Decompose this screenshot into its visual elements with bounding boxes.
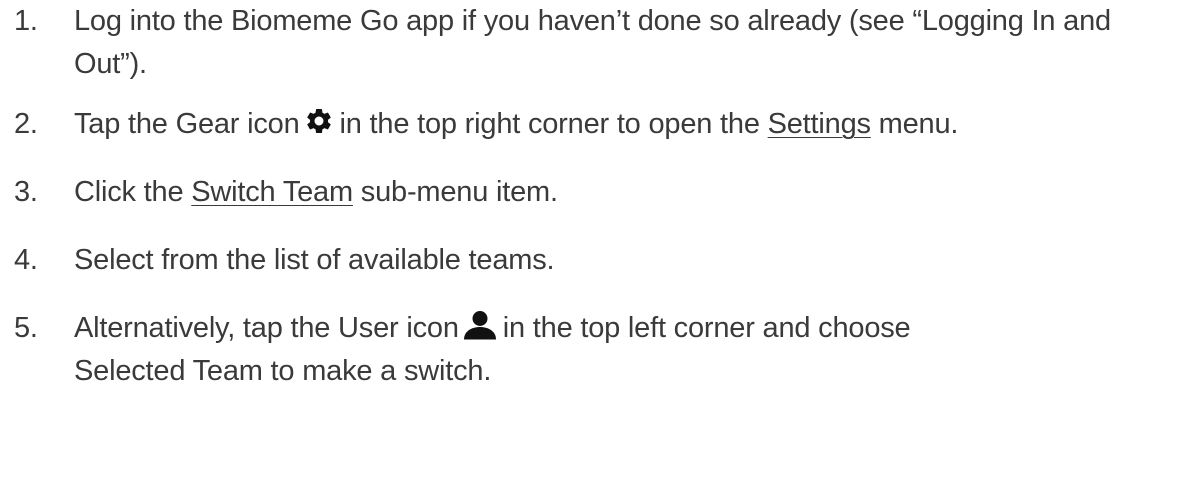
user-icon bbox=[463, 310, 497, 340]
step-text-part: menu. bbox=[878, 108, 959, 140]
step-3: 3. Click the Switch Team sub-menu item. bbox=[14, 171, 1189, 214]
step-text: Alternatively, tap the User icon in the t… bbox=[74, 307, 1189, 393]
step-number: 1. bbox=[14, 5, 38, 37]
instruction-list: 1. Log into the Biomeme Go app if you ha… bbox=[0, 0, 1197, 479]
step-text: Log into the Biomeme Go app if you haven… bbox=[74, 5, 1111, 80]
step-text-part: Tap the Gear icon bbox=[74, 108, 300, 140]
step-number: 3. bbox=[14, 176, 38, 208]
step-text: Tap the Gear icon in the top right corner… bbox=[74, 103, 1189, 146]
switch-team-link[interactable]: Switch Team bbox=[191, 176, 353, 208]
step-text: Click the Switch Team sub-menu item. bbox=[74, 171, 1189, 214]
settings-link[interactable]: Settings bbox=[768, 108, 871, 140]
step-2: 2. Tap the Gear icon in the top right cor… bbox=[14, 103, 1189, 146]
step-4: 4. Select from the list of available tea… bbox=[14, 239, 1189, 282]
step-text-part: Alternatively, tap the User icon bbox=[74, 312, 459, 344]
step-1: 1. Log into the Biomeme Go app if you ha… bbox=[14, 0, 1189, 86]
step-number: 5. bbox=[14, 312, 38, 344]
step-text-part: in the top left corner and choose bbox=[502, 312, 911, 344]
gear-icon bbox=[304, 106, 334, 136]
step-number: 4. bbox=[14, 244, 38, 276]
step-text: Select from the list of available teams. bbox=[74, 244, 555, 276]
step-number: 2. bbox=[14, 108, 38, 140]
step-text-part: Click the bbox=[74, 176, 184, 208]
step-text-part: Selected Team to make a switch. bbox=[74, 355, 492, 387]
step-5: 5. Alternatively, tap the User icon in th… bbox=[14, 307, 1189, 393]
step-text-part: in the top right corner to open the bbox=[339, 108, 760, 140]
step-text-part: sub-menu item. bbox=[360, 176, 558, 208]
